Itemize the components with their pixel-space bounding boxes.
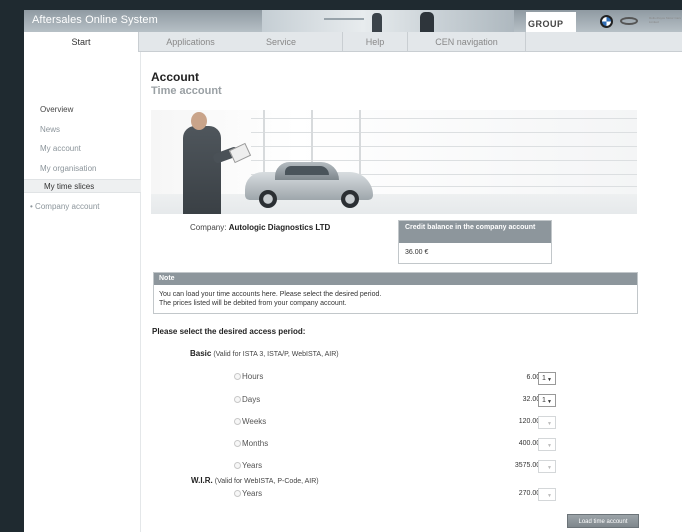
option-label: Hours: [242, 372, 264, 381]
radio-icon[interactable]: [234, 440, 241, 447]
option-days[interactable]: Days: [234, 395, 260, 404]
option-years[interactable]: Years: [234, 461, 262, 470]
option-label: Weeks: [242, 417, 267, 426]
sidebar-item-my-time-slices[interactable]: My time slices: [24, 179, 141, 193]
main-nav: Start Applications Service Help CEN navi…: [24, 32, 682, 52]
note-heading: Note: [154, 273, 637, 285]
bmw-roundel-icon: [600, 15, 613, 28]
option-wir-years[interactable]: Years: [234, 489, 262, 498]
tab-applications[interactable]: Applications: [138, 32, 242, 52]
rolls-royce-text: Rolls-Royce Motor Cars Limited: [649, 16, 681, 24]
radio-icon[interactable]: [234, 462, 241, 469]
caret-down-icon: ▼: [547, 493, 552, 499]
note-line-1: You can load your time accounts here. Pl…: [159, 291, 382, 298]
radio-icon[interactable]: [234, 490, 241, 497]
sidebar: Overview News My account My organisation…: [24, 52, 141, 532]
app-title: Aftersales Online System: [32, 14, 158, 26]
technician-figure: [183, 126, 221, 214]
price-years: 3575.00 €: [514, 462, 546, 469]
mini-logo-icon: [620, 17, 638, 25]
service-banner-image: [151, 110, 637, 214]
header-banner-image: [262, 10, 514, 32]
option-label: Days: [242, 395, 261, 404]
radio-icon[interactable]: [234, 396, 241, 403]
option-weeks[interactable]: Weeks: [234, 417, 266, 426]
bmw-group-logo: GROUP: [526, 12, 576, 32]
header-bar: Aftersales Online System GROUP Rolls-Roy…: [24, 10, 682, 32]
credit-value: 36.00 €: [405, 249, 429, 256]
clipboard-icon: [228, 142, 252, 164]
credit-balance-box: Credit balance in the company account 36…: [398, 220, 552, 264]
option-months[interactable]: Months: [234, 439, 268, 448]
radio-icon[interactable]: [234, 373, 241, 380]
option-label: Years: [242, 489, 263, 498]
price-wir-years: 270.00 €: [518, 490, 546, 497]
tab-help[interactable]: Help: [342, 32, 408, 52]
note-line-2: The prices listed will be debited from y…: [159, 300, 347, 307]
option-label: Months: [242, 439, 269, 448]
company-info: Company: Autologic Diagnostics LTD: [190, 223, 330, 232]
basic-desc: (Valid for ISTA 3, ISTA/P, WebISTA, AIR): [213, 351, 339, 358]
tab-service[interactable]: Service: [246, 32, 316, 52]
basic-name: Basic: [190, 349, 212, 358]
price-months: 400.00 €: [518, 440, 546, 447]
sidebar-item-company-account[interactable]: • Company account: [30, 202, 100, 211]
tab-start[interactable]: Start: [24, 32, 138, 52]
group-logo-text: GROUP: [528, 19, 564, 29]
app-frame: Aftersales Online System GROUP Rolls-Roy…: [24, 10, 682, 532]
credit-heading: Credit balance in the company account: [399, 221, 551, 243]
company-label: Company:: [190, 223, 227, 232]
basic-group-label: Basic (Valid for ISTA 3, ISTA/P, WebISTA…: [190, 349, 339, 358]
qty-select-wir-years[interactable]: ▼: [538, 488, 556, 501]
qty-select-weeks[interactable]: ▼: [538, 416, 556, 429]
tab-cen-navigation[interactable]: CEN navigation: [408, 32, 526, 52]
qty-select-years[interactable]: ▼: [538, 460, 556, 473]
wir-desc: (Valid for WebISTA, P-Code, AIR): [214, 478, 319, 485]
qty-select-hours[interactable]: 1 ▼: [538, 372, 556, 385]
option-label: Years: [242, 461, 263, 470]
sidebar-item-my-account[interactable]: My account: [40, 144, 81, 153]
price-days: 32.00 €: [522, 396, 546, 403]
price-hours: 6.00 €: [526, 374, 546, 381]
radio-icon[interactable]: [234, 418, 241, 425]
qty-value: 1: [542, 397, 546, 404]
wir-name: W.I.R.: [191, 476, 213, 485]
page-subtitle: Time account: [151, 85, 222, 97]
qty-value: 1: [542, 375, 546, 382]
note-text: You can load your time accounts here. Pl…: [154, 285, 637, 313]
sidebar-item-overview[interactable]: Overview: [40, 105, 73, 114]
price-weeks: 120.00 €: [518, 418, 546, 425]
caret-down-icon: ▼: [547, 421, 552, 427]
sidebar-item-label: My time slices: [44, 182, 95, 191]
qty-select-days[interactable]: 1 ▼: [538, 394, 556, 407]
company-name: Autologic Diagnostics LTD: [228, 223, 331, 232]
caret-down-icon: ▼: [547, 399, 552, 405]
option-hours[interactable]: Hours: [234, 372, 263, 381]
wir-group-label: W.I.R. (Valid for WebISTA, P-Code, AIR): [191, 476, 319, 485]
qty-select-months[interactable]: ▼: [538, 438, 556, 451]
sidebar-item-news[interactable]: News: [40, 125, 60, 134]
caret-down-icon: ▼: [547, 465, 552, 471]
page-title: Account: [151, 70, 199, 84]
load-time-account-button[interactable]: Load time account: [567, 514, 639, 528]
caret-down-icon: ▼: [547, 377, 552, 383]
period-heading: Please select the desired access period:: [152, 327, 306, 336]
sidebar-item-my-organisation[interactable]: My organisation: [40, 164, 96, 173]
bullet-icon: •: [30, 202, 33, 211]
note-box: Note You can load your time accounts her…: [153, 272, 638, 314]
caret-down-icon: ▼: [547, 443, 552, 449]
sidebar-item-label: Company account: [35, 202, 100, 211]
